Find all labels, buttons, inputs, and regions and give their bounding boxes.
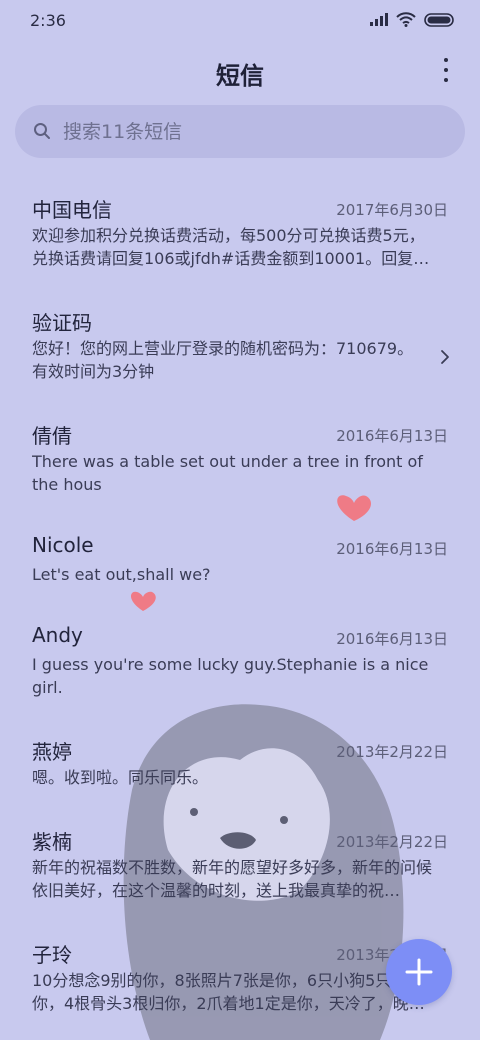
contact-name: 验证码 — [32, 311, 92, 335]
contact-name: Nicole — [32, 533, 94, 557]
conversation-item[interactable]: 中国电信 2017年6月30日 欢迎参加积分兑换话费活动，每500分可兑换话费5… — [0, 180, 480, 293]
contact-name: 紫楠 — [32, 830, 72, 854]
conversation-item[interactable]: 紫楠 2013年2月22日 新年的祝福数不胜数，新年的愿望好多好多，新年的问候依… — [0, 812, 480, 925]
message-preview: 您好！您的网上营业厅登录的随机密码为：710679。有效时间为3分钟 — [32, 339, 414, 381]
contact-name: 倩倩 — [32, 424, 72, 448]
plus-icon — [405, 958, 433, 986]
contact-name: 子玲 — [32, 943, 72, 967]
conversation-item[interactable]: Nicole 2016年6月13日 Let's eat out,shall we… — [0, 519, 480, 609]
message-date: 2013年2月22日 — [336, 743, 448, 761]
signal-icon — [370, 13, 388, 26]
message-preview: I guess you're some lucky guy.Stephanie … — [32, 655, 429, 697]
search-icon — [34, 123, 50, 139]
status-time: 2:36 — [30, 11, 66, 30]
new-message-button[interactable] — [386, 939, 452, 1005]
battery-icon — [424, 12, 454, 27]
message-date: 2017年6月30日 — [336, 201, 448, 219]
conversation-item[interactable]: 倩倩 2016年6月13日 There was a table set out … — [0, 406, 480, 519]
app-header: 短信 — [0, 48, 480, 92]
message-preview: Let's eat out,shall we? — [32, 565, 211, 584]
conversation-item[interactable]: 验证码 您好！您的网上营业厅登录的随机密码为：710679。有效时间为3分钟 — [0, 293, 480, 406]
contact-name: 燕婷 — [32, 740, 72, 764]
message-date: 2016年6月13日 — [336, 630, 448, 648]
search-input[interactable] — [63, 119, 443, 145]
message-preview: 10分想念9别的你，8张照片7张是你，6只小狗5只像你，4根骨头3根归你，2爪着… — [32, 971, 425, 1013]
message-preview: There was a table set out under a tree i… — [32, 452, 423, 494]
message-date: 2013年2月22日 — [336, 833, 448, 851]
message-date: 2016年6月13日 — [336, 540, 448, 558]
message-preview: 欢迎参加积分兑换话费活动，每500分可兑换话费5元，兑换话费请回复106或jfd… — [32, 226, 430, 268]
wifi-icon — [396, 12, 416, 27]
chevron-right-icon — [441, 350, 449, 364]
page-title: 短信 — [216, 62, 264, 90]
conversation-item[interactable]: 燕婷 2013年2月22日 嗯。收到啦。同乐同乐。 — [0, 722, 480, 812]
message-date: 2016年6月13日 — [336, 427, 448, 445]
message-preview: 嗯。收到啦。同乐同乐。 — [32, 768, 209, 787]
contact-name: 中国电信 — [32, 198, 112, 222]
search-bar[interactable] — [15, 105, 465, 158]
more-options-icon[interactable] — [440, 58, 452, 82]
conversation-item[interactable]: Andy 2016年6月13日 I guess you're some luck… — [0, 609, 480, 722]
message-preview: 新年的祝福数不胜数，新年的愿望好多好多，新年的问候依旧美好，在这个温馨的时刻，送… — [32, 858, 433, 900]
contact-name: Andy — [32, 623, 83, 647]
status-bar: 2:36 — [0, 0, 480, 40]
